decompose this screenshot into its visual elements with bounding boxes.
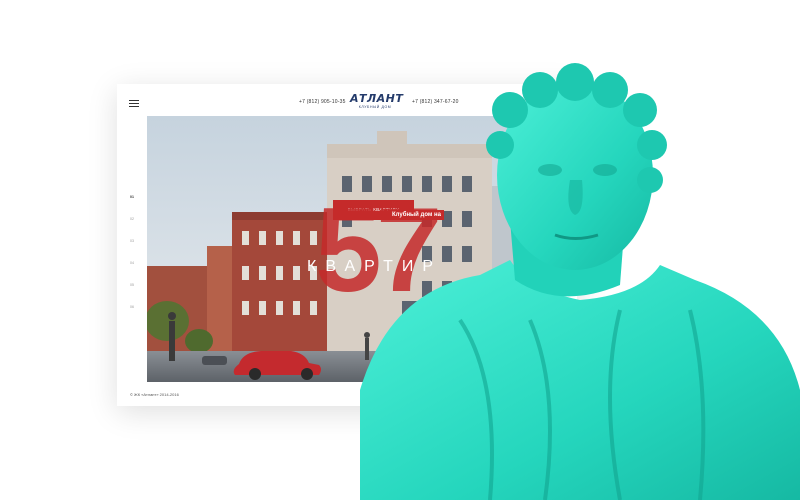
pager-item[interactable]: 04 — [130, 261, 136, 283]
slide-pager: 01 02 03 04 05 06 — [130, 195, 136, 327]
pager-item[interactable]: 06 — [130, 305, 136, 327]
pager-item[interactable]: 02 — [130, 217, 136, 239]
pager-item[interactable]: 03 — [130, 239, 136, 261]
copyright: © ЖК «Атлант» 2014-2016 — [130, 392, 179, 397]
hamburger-menu-icon[interactable] — [129, 100, 139, 107]
bust-sculpture — [360, 63, 800, 500]
pager-item[interactable]: 01 — [130, 195, 136, 217]
pager-item[interactable]: 05 — [130, 283, 136, 305]
phone-left[interactable]: +7 (812) 905-10-35 — [299, 99, 346, 105]
